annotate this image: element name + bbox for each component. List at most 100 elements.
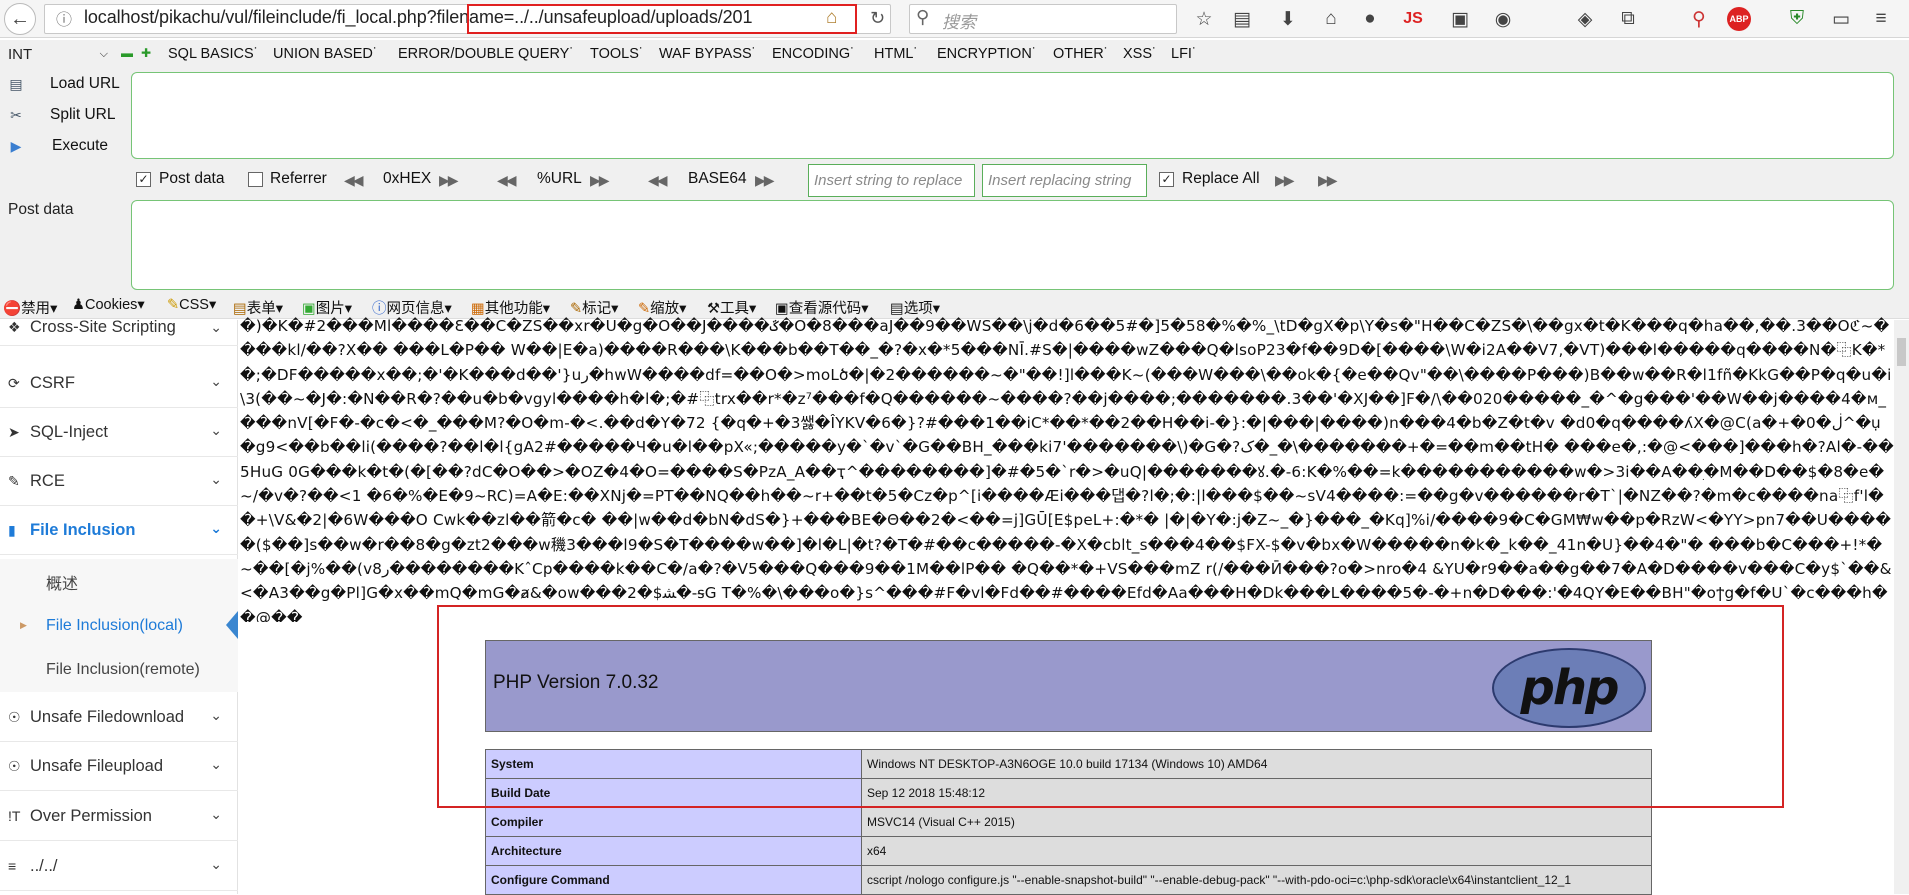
- url-decode-icon[interactable]: ◀◀: [497, 172, 516, 189]
- play-icon: ▶: [10, 137, 22, 154]
- table-row: Architecture x64: [485, 836, 1652, 866]
- sidebar-item-unsafe-filedownload[interactable]: ☉ Unsafe Filedownload ⌄: [0, 693, 238, 742]
- annotation-highlight-box: [437, 605, 1784, 808]
- sidebar-item-label: File Inclusion: [30, 520, 136, 539]
- menu-label: OTHER: [1053, 46, 1104, 62]
- menu-error-double-query[interactable]: ERROR/DOUBLE QUERY˙: [398, 46, 574, 62]
- minus-icon[interactable]: ▬: [121, 46, 133, 60]
- hex-encode-icon[interactable]: ▶▶: [439, 172, 458, 189]
- palette-icon[interactable]: ◉: [1490, 7, 1516, 31]
- url-encode-icon[interactable]: ▶▶: [590, 172, 609, 189]
- avatar-icon[interactable]: ●: [1357, 7, 1383, 31]
- sidebar-item-label: Cross-Site Scripting: [30, 317, 176, 336]
- list-icon: ≡: [8, 858, 17, 874]
- hackbar-post-textarea[interactable]: [131, 200, 1894, 290]
- reload-icon[interactable]: ↻: [870, 8, 885, 29]
- menu-sql-basics[interactable]: SQL BASICS˙: [168, 46, 259, 62]
- load-url-button[interactable]: ▤ Load URL: [6, 74, 119, 94]
- chevron-down-icon: ⌄: [210, 756, 222, 772]
- inject-icon: ➤: [8, 423, 20, 440]
- sidebar-item-xss[interactable]: ❖ Cross-Site Scripting ⌄: [0, 309, 238, 346]
- menu-icon[interactable]: ≡: [1868, 7, 1894, 31]
- sidebar-sub-file-inclusion-remote[interactable]: File Inclusion(remote): [0, 647, 238, 692]
- scissors-icon: ✂: [10, 106, 22, 123]
- sidebar-sub-label: 概述: [46, 575, 79, 593]
- search-icon: ⚲: [916, 7, 930, 27]
- sidebar-item-dotdot[interactable]: ≡ ../../ ⌄: [0, 842, 238, 891]
- menu-xss[interactable]: XSS˙: [1123, 46, 1157, 62]
- info-icon[interactable]: ⓘ: [54, 8, 74, 29]
- post-data-check-label: Post data: [159, 170, 225, 187]
- caret-right-icon: ▶: [20, 620, 27, 630]
- hackbar-url-textarea[interactable]: [131, 72, 1894, 159]
- sidebar-item-label: RCE: [30, 471, 65, 490]
- sidebar-item-csrf[interactable]: ⟳ CSRF ⌄: [0, 359, 238, 408]
- table-value: cscript /nologo configure.js "--enable-s…: [861, 865, 1652, 895]
- execute-button[interactable]: ▶ Execute: [6, 136, 108, 156]
- xss-icon: ❖: [8, 318, 21, 335]
- permission-icon: !T: [8, 808, 21, 824]
- menu-label: HTML: [874, 46, 914, 62]
- replace-all-checkbox[interactable]: ✓: [1159, 172, 1174, 187]
- table-key: Configure Command: [485, 865, 862, 895]
- js-icon[interactable]: JS: [1400, 7, 1426, 31]
- menu-label: SQL BASICS: [168, 46, 254, 62]
- replace-string-input[interactable]: Insert string to replace: [808, 164, 975, 197]
- sidebar-item-sql-inject[interactable]: ➤ SQL-Inject ⌄: [0, 408, 238, 457]
- menu-waf-bypass[interactable]: WAF BYPASS˙: [659, 46, 757, 62]
- replace-go-icon[interactable]: ▶▶: [1275, 172, 1294, 189]
- hat-icon[interactable]: ◈: [1572, 7, 1598, 31]
- menu-label: WAF BYPASS: [659, 46, 752, 62]
- abp-icon[interactable]: ABP: [1727, 7, 1751, 31]
- menu-encoding[interactable]: ENCODING˙: [772, 46, 855, 62]
- replacing-string-input[interactable]: Insert replacing string: [982, 164, 1147, 197]
- split-url-button[interactable]: ✂ Split URL: [6, 105, 115, 125]
- menu-tools[interactable]: TOOLS˙: [590, 46, 644, 62]
- search-placeholder[interactable]: 搜索: [942, 8, 976, 33]
- int-select-value: INT: [8, 45, 33, 63]
- sidebar-item-unsafe-fileupload[interactable]: ☉ Unsafe Fileupload ⌄: [0, 742, 238, 791]
- menu-encryption[interactable]: ENCRYPTION˙: [937, 46, 1037, 62]
- sidebar-sub-file-inclusion-local[interactable]: ▶ File Inclusion(local): [0, 603, 238, 648]
- hex-decode-icon[interactable]: ◀◀: [344, 172, 363, 189]
- sidebar-item-file-inclusion[interactable]: ▮ File Inclusion ⌄: [0, 506, 238, 555]
- plus-icon[interactable]: ✚: [141, 46, 151, 60]
- menu-other[interactable]: OTHER˙: [1053, 46, 1109, 62]
- menu-lfi[interactable]: LFI˙: [1171, 46, 1197, 62]
- replace-next-icon[interactable]: ▶▶: [1318, 172, 1337, 189]
- menu-html[interactable]: HTML˙: [874, 46, 918, 62]
- split-url-label: Split URL: [50, 106, 116, 123]
- chevron-down-icon: ⌄: [210, 471, 222, 487]
- sidebar-item-rce[interactable]: ✎ RCE ⌄: [0, 457, 238, 506]
- image-icon[interactable]: ▣: [1447, 7, 1473, 31]
- download-icon[interactable]: ⬇: [1275, 7, 1301, 31]
- share-icon[interactable]: ⧉: [1615, 7, 1641, 31]
- back-button[interactable]: ←: [4, 3, 36, 35]
- reading-list-icon[interactable]: ▤: [1229, 7, 1255, 31]
- home-icon[interactable]: ⌂: [1318, 7, 1344, 31]
- int-select[interactable]: INT ⌵: [4, 44, 112, 64]
- sidebar-item-label: Unsafe Filedownload: [30, 707, 185, 726]
- active-marker-icon: [226, 611, 238, 639]
- refresh-icon: ⟳: [8, 374, 20, 391]
- scrollbar-thumb[interactable]: [1897, 338, 1906, 366]
- post-data-checkbox[interactable]: ✓: [136, 172, 151, 187]
- screen-icon[interactable]: ▭: [1828, 7, 1854, 31]
- zoom-icon[interactable]: ⚲: [1686, 7, 1712, 31]
- menu-label: LFI: [1171, 46, 1192, 62]
- sidebar-item-over-permission[interactable]: !T Over Permission ⌄: [0, 792, 238, 841]
- base64-encode-icon[interactable]: ▶▶: [755, 172, 774, 189]
- home-icon[interactable]: ⌂: [826, 7, 837, 29]
- page-scrollbar[interactable]: [1894, 320, 1909, 894]
- menu-union-based[interactable]: UNION BASED˙: [273, 46, 378, 62]
- included-binary-output: �)�K�#2���Ml����Ɛ��C�ZS��xr�U�g�O��J����…: [240, 317, 1894, 622]
- sidebar-sub-overview[interactable]: 概述: [0, 559, 238, 604]
- table-row: Configure Command cscript /nologo configu…: [485, 865, 1652, 895]
- shield-icon[interactable]: ⛨: [1784, 7, 1810, 31]
- referrer-checkbox[interactable]: [248, 172, 263, 187]
- sidebar-item-label: Unsafe Fileupload: [30, 756, 163, 775]
- back-arrow-icon: ←: [10, 7, 30, 30]
- sidebar-sub-label: File Inclusion(remote): [46, 660, 200, 678]
- star-icon[interactable]: ☆: [1191, 7, 1217, 31]
- base64-decode-icon[interactable]: ◀◀: [648, 172, 667, 189]
